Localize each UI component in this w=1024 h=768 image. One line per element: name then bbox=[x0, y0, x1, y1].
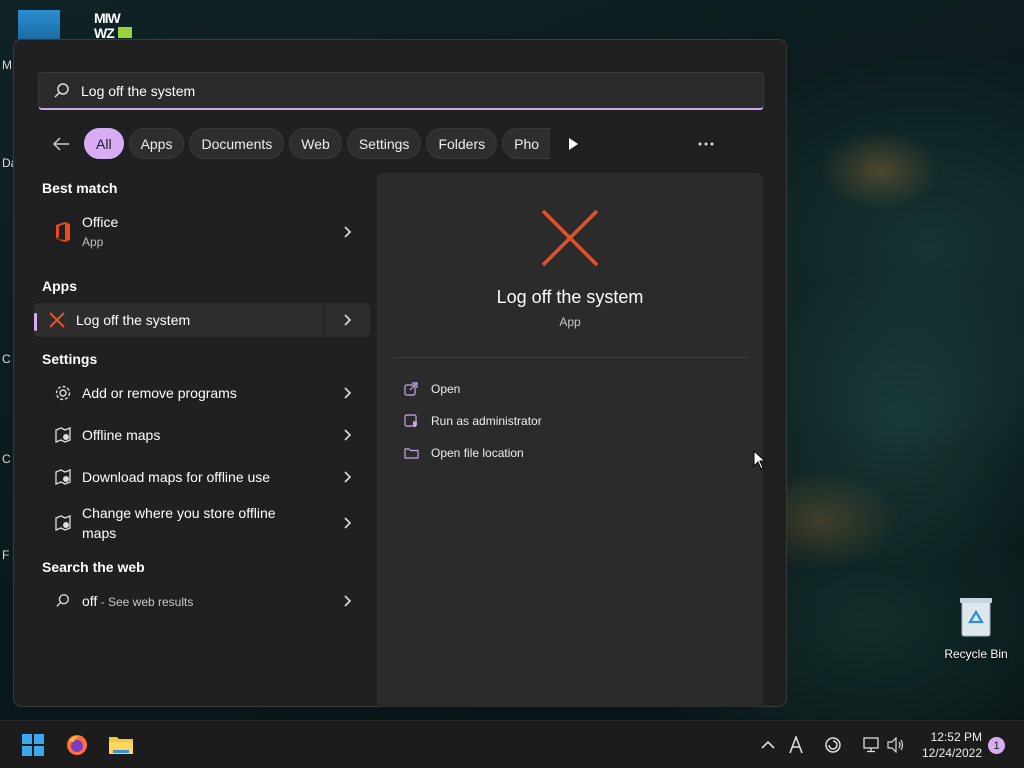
detail-title: Log off the system bbox=[496, 287, 644, 307]
action-open-file-location[interactable]: Open file location bbox=[403, 445, 524, 461]
desktop-label-edge: F bbox=[2, 548, 10, 562]
filter-photos[interactable]: Pho bbox=[502, 128, 551, 159]
best-match-office[interactable]: Office App bbox=[42, 200, 370, 264]
close-x-icon bbox=[541, 209, 599, 267]
setting-add-remove-programs[interactable]: Add or remove programs bbox=[42, 373, 370, 413]
back-arrow-icon bbox=[52, 136, 69, 151]
results-list: Best match Office App Apps Log off the s… bbox=[34, 180, 370, 621]
apps-heading: Apps bbox=[42, 278, 77, 294]
search-icon bbox=[52, 590, 74, 612]
mw-logo-icon[interactable]: MIW WZ bbox=[92, 10, 140, 41]
map-icon bbox=[52, 512, 74, 534]
action-label: Open bbox=[431, 382, 461, 396]
folder-icon bbox=[403, 445, 419, 461]
web-search-term: off bbox=[82, 592, 98, 609]
folder-icon bbox=[109, 737, 133, 754]
scroll-filters-button[interactable] bbox=[561, 130, 585, 158]
search-icon bbox=[54, 82, 69, 98]
chevron-right-icon[interactable] bbox=[338, 425, 358, 445]
setting-change-map-storage[interactable]: Change where you store offline maps bbox=[42, 499, 370, 547]
firefox-icon bbox=[67, 735, 87, 755]
recycle-bin[interactable]: Recycle Bin bbox=[940, 596, 1012, 661]
result-title: Offline maps bbox=[82, 427, 161, 443]
mouse-cursor-icon bbox=[753, 450, 767, 470]
result-title: Log off the system bbox=[76, 312, 191, 328]
detail-pane: Log off the system App Open Run as admin… bbox=[377, 173, 763, 707]
taskbar: 12:52 PM 12/24/2022 1 bbox=[0, 720, 1024, 768]
map-icon bbox=[52, 466, 74, 488]
filter-all[interactable]: All bbox=[84, 128, 124, 159]
svg-text:WZ: WZ bbox=[94, 25, 115, 40]
clock-date: 12/24/2022 bbox=[921, 746, 982, 760]
chevron-right-icon[interactable] bbox=[338, 383, 358, 403]
network-icon[interactable] bbox=[862, 735, 882, 755]
chevron-right-icon[interactable] bbox=[338, 513, 358, 533]
close-x-icon bbox=[46, 309, 68, 331]
result-title: Add or remove programs bbox=[82, 385, 237, 401]
divider bbox=[393, 357, 747, 358]
search-web-heading: Search the web bbox=[42, 559, 145, 575]
clock-time: 12:52 PM bbox=[930, 730, 982, 744]
play-arrow-icon bbox=[569, 137, 579, 150]
clock[interactable]: 12:52 PM 12/24/2022 bbox=[922, 729, 982, 761]
firefox-button[interactable] bbox=[63, 731, 91, 759]
app-result-logoff[interactable]: Log off the system bbox=[34, 303, 370, 337]
web-search-suffix: - See web results bbox=[97, 594, 194, 609]
open-external-icon bbox=[403, 381, 419, 397]
result-title: Download maps for offline use bbox=[82, 469, 271, 485]
desktop-label-edge: C bbox=[2, 352, 11, 366]
result-subtitle: App bbox=[82, 235, 104, 249]
mw-logo-graphic: MIW WZ bbox=[94, 10, 132, 41]
file-explorer-button[interactable] bbox=[107, 731, 135, 759]
filter-apps[interactable]: Apps bbox=[128, 128, 185, 159]
chevron-right-icon[interactable] bbox=[338, 591, 358, 611]
desktop-label-edge: M bbox=[2, 58, 12, 72]
detail-subtitle: App bbox=[559, 315, 581, 329]
sync-status-icon[interactable] bbox=[823, 735, 843, 755]
start-button[interactable] bbox=[19, 731, 47, 759]
more-options-button[interactable] bbox=[694, 132, 718, 156]
show-hidden-icons-button[interactable] bbox=[758, 735, 778, 755]
desktop-app-icon[interactable] bbox=[18, 10, 60, 40]
action-label: Run as administrator bbox=[431, 414, 542, 428]
input-language-icon[interactable] bbox=[786, 735, 806, 755]
recycle-bin-label: Recycle Bin bbox=[944, 647, 1008, 661]
shield-window-icon bbox=[403, 413, 419, 429]
filter-folders[interactable]: Folders bbox=[426, 128, 498, 159]
filter-bar: All Apps Documents Web Settings Folders … bbox=[50, 128, 585, 159]
action-label: Open file location bbox=[431, 446, 524, 460]
gear-icon bbox=[52, 382, 74, 404]
setting-offline-maps[interactable]: Offline maps bbox=[42, 415, 370, 455]
filter-settings[interactable]: Settings bbox=[346, 128, 422, 159]
setting-download-maps[interactable]: Download maps for offline use bbox=[42, 457, 370, 497]
chevron-right-icon[interactable] bbox=[338, 467, 358, 487]
map-icon bbox=[52, 424, 74, 446]
search-box[interactable] bbox=[38, 72, 764, 110]
web-search-result[interactable]: off - See web results bbox=[42, 581, 370, 621]
filter-web[interactable]: Web bbox=[289, 128, 342, 159]
svg-text:MIW: MIW bbox=[94, 10, 122, 26]
action-open[interactable]: Open bbox=[403, 381, 460, 397]
ellipsis-icon bbox=[698, 142, 714, 146]
search-panel: All Apps Documents Web Settings Folders … bbox=[13, 39, 787, 707]
recycle-bin-icon bbox=[960, 598, 992, 637]
action-run-as-admin[interactable]: Run as administrator bbox=[403, 413, 542, 429]
best-match-heading: Best match bbox=[42, 180, 118, 196]
windows-logo-icon bbox=[22, 734, 44, 756]
notification-badge[interactable]: 1 bbox=[988, 737, 1005, 754]
chevron-right-icon bbox=[338, 310, 358, 330]
chevron-right-icon[interactable] bbox=[338, 222, 358, 242]
filter-documents[interactable]: Documents bbox=[189, 128, 285, 159]
search-input[interactable] bbox=[81, 82, 681, 99]
desktop-label-edge: C bbox=[2, 452, 11, 466]
volume-icon[interactable] bbox=[886, 735, 906, 755]
expand-button[interactable] bbox=[323, 303, 370, 337]
chevron-up-icon bbox=[761, 740, 775, 749]
back-button[interactable] bbox=[50, 130, 72, 158]
result-title: Office bbox=[82, 214, 119, 230]
result-title: Change where you store offline maps bbox=[82, 505, 276, 541]
settings-heading: Settings bbox=[42, 351, 98, 367]
office-icon bbox=[52, 221, 74, 243]
